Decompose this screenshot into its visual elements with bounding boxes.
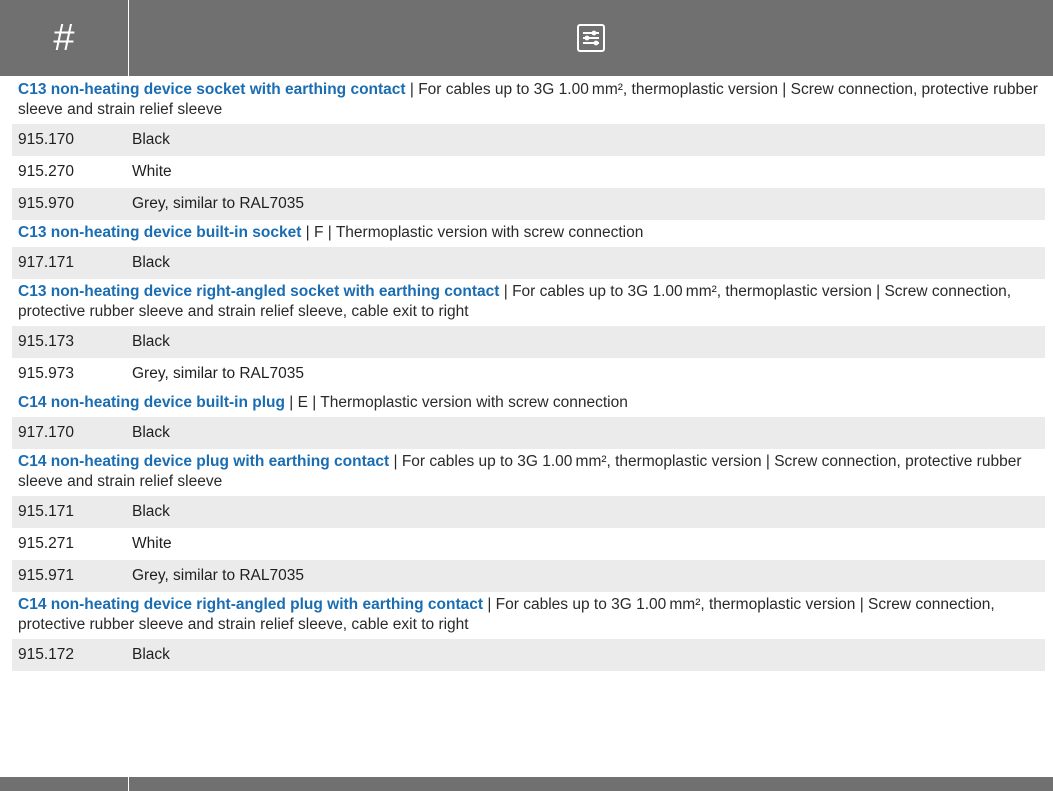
product-table: C13 non-heating device socket with earth… (0, 77, 1053, 671)
table-row: 915.970 Grey, similar to RAL7035 (12, 188, 1045, 220)
article-number: 915.970 (18, 195, 75, 212)
color-variant: White (132, 163, 172, 180)
group-details: | F | Thermoplastic version with screw c… (301, 224, 644, 241)
group-title[interactable]: C14 non-heating device built-in plug (18, 394, 285, 411)
article-number: 915.271 (18, 535, 75, 552)
table-row: 915.170 Black (12, 124, 1045, 156)
article-number: 915.270 (18, 163, 75, 180)
article-number: 915.971 (18, 567, 75, 584)
table-row: 915.270 White (12, 156, 1045, 188)
table-row: 915.973 Grey, similar to RAL7035 (12, 358, 1045, 390)
article-number: 917.170 (18, 424, 75, 441)
article-number: 915.973 (18, 365, 75, 382)
table-footer (0, 777, 1053, 791)
group-title[interactable]: C13 non-heating device socket with earth… (18, 81, 406, 98)
table-row: 917.171 Black (12, 247, 1045, 279)
group-description: C14 non-heating device built-in plug | E… (12, 390, 1045, 417)
article-number-header: # (0, 0, 129, 76)
table-row: 915.171 Black (12, 496, 1045, 528)
color-variant: Black (132, 503, 170, 520)
color-variant: Black (132, 424, 170, 441)
color-variant: Grey, similar to RAL7035 (132, 195, 304, 212)
table-row: 915.271 White (12, 528, 1045, 560)
group-title[interactable]: C13 non-heating device built-in socket (18, 224, 301, 241)
table-header: # (0, 0, 1053, 77)
color-variant: Grey, similar to RAL7035 (132, 567, 304, 584)
table-row: 917.170 Black (12, 417, 1045, 449)
table-row: 915.971 Grey, similar to RAL7035 (12, 560, 1045, 592)
group-description: C14 non-heating device plug with earthin… (12, 449, 1045, 496)
group-title[interactable]: C13 non-heating device right-angled sock… (18, 283, 499, 300)
group-description: C13 non-heating device socket with earth… (12, 77, 1045, 124)
article-number: 917.171 (18, 254, 75, 271)
article-number: 915.173 (18, 333, 75, 350)
group-description: C13 non-heating device right-angled sock… (12, 279, 1045, 326)
group-description: C14 non-heating device right-angled plug… (12, 592, 1045, 639)
color-variant: Black (132, 254, 170, 271)
group-title[interactable]: C14 non-heating device plug with earthin… (18, 453, 389, 470)
article-number: 915.171 (18, 503, 75, 520)
color-variant: White (132, 535, 172, 552)
color-variant: Black (132, 333, 170, 350)
variant-header (129, 0, 1053, 76)
color-variant: Grey, similar to RAL7035 (132, 365, 304, 382)
table-row: 915.172 Black (12, 639, 1045, 671)
sliders-icon (576, 23, 606, 53)
group-details: | E | Thermoplastic version with screw c… (284, 394, 628, 411)
group-description: C13 non-heating device built-in socket |… (12, 220, 1045, 247)
table-row: 915.173 Black (12, 326, 1045, 358)
article-number: 915.170 (18, 131, 75, 148)
article-number: 915.172 (18, 646, 75, 663)
color-variant: Black (132, 646, 170, 663)
group-title[interactable]: C14 non-heating device right-angled plug… (18, 596, 483, 613)
color-variant: Black (132, 131, 170, 148)
